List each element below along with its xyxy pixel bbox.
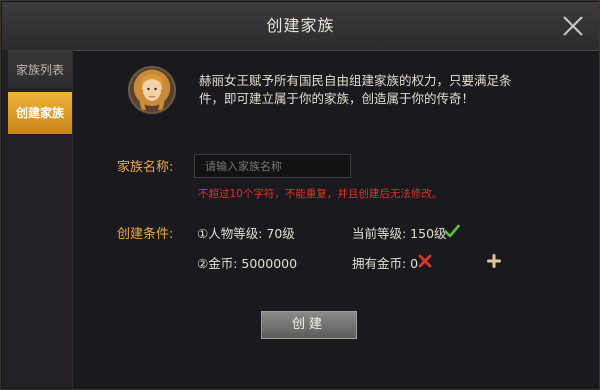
name-warning-text: 不超过10个字符，不能重复，并且创建后无法修改。: [198, 188, 443, 200]
add-gold-plus-icon[interactable]: [487, 254, 501, 268]
portrait-face-icon: [139, 74, 165, 110]
family-name-input[interactable]: [194, 154, 351, 178]
current-level-text: 当前等级: 150级: [352, 226, 447, 241]
description-text: 赫丽女王赋予所有国民自由组建家族的权力，只要满足条件，即可建立属于你的家族，创造…: [199, 73, 512, 106]
cross-icon: [418, 254, 432, 268]
conditions-label: 创建条件:: [117, 227, 174, 242]
tab-family-list[interactable]: 家族列表: [8, 50, 72, 88]
close-icon[interactable]: [561, 14, 585, 38]
condition-gold-text: ②金币: 5000000: [197, 256, 298, 271]
queen-portrait-icon: [128, 66, 176, 114]
create-button[interactable]: 创建: [261, 311, 357, 339]
tab-create-family[interactable]: 创建家族: [8, 92, 72, 134]
owned-gold-text: 拥有金币: 0: [352, 256, 419, 271]
check-icon: [444, 224, 460, 238]
family-name-label: 家族名称:: [117, 160, 174, 175]
title-bar: 创建家族: [2, 2, 599, 51]
dialog-title: 创建家族: [266, 16, 335, 35]
condition-level-text: ①人物等级: 70级: [197, 226, 295, 241]
sidebar: 家族列表 创建家族: [2, 50, 73, 388]
